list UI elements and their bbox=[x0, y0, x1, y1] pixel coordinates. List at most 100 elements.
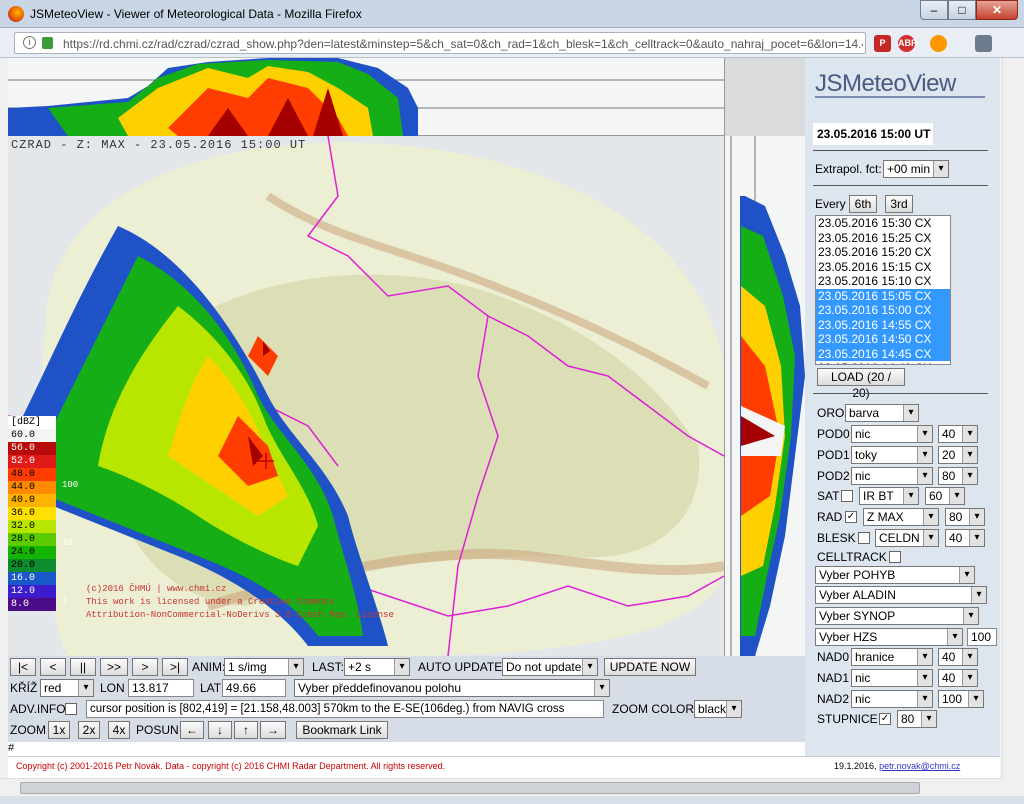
url-bar[interactable]: i https://rd.chmi.cz/rad/czrad/czrad_sho… bbox=[14, 32, 866, 54]
frame-list-item[interactable]: 23.05.2016 15:05 CX bbox=[816, 288, 950, 303]
pause-button[interactable]: || bbox=[70, 658, 96, 676]
last-frame-button[interactable]: >| bbox=[162, 658, 188, 676]
frame-list-item[interactable]: 23.05.2016 15:00 CX bbox=[816, 303, 950, 318]
minimize-button[interactable]: – bbox=[920, 0, 948, 20]
pod2-select[interactable]: nic bbox=[851, 467, 933, 485]
stupnice-opacity-select[interactable]: 80 bbox=[897, 710, 937, 728]
frame-list-item[interactable]: 23.05.2016 15:30 CX bbox=[816, 216, 950, 231]
anim-select[interactable]: 1 s/img bbox=[224, 658, 304, 676]
load-button[interactable]: LOAD (20 / 20) bbox=[817, 368, 905, 400]
aladin-select[interactable]: Vyber ALADIN bbox=[815, 586, 987, 604]
sat-opacity-select[interactable]: 60 bbox=[925, 487, 965, 505]
move-right-button[interactable]: → bbox=[260, 721, 286, 739]
current-datetime: 23.05.2016 15:00 UT bbox=[813, 123, 933, 145]
last-select[interactable]: +2 s bbox=[344, 658, 410, 676]
pod0-select[interactable]: nic bbox=[851, 425, 933, 443]
dbz-legend: [dBZ] 60.0 56.0 52.0 48.0 44.0 40.0 36.0 32.0 28… bbox=[8, 416, 78, 656]
legend-swatch: 40.0 bbox=[8, 494, 56, 507]
adblock-icon[interactable]: ABP bbox=[898, 35, 917, 52]
info-icon[interactable]: i bbox=[23, 36, 36, 49]
pohyb-select[interactable]: Vyber POHYB bbox=[815, 566, 975, 584]
zoom-color-select[interactable]: black bbox=[694, 700, 742, 718]
maximize-button[interactable]: □ bbox=[948, 0, 976, 20]
author-email-link[interactable]: petr.novak@chmi.cz bbox=[879, 761, 960, 771]
nad0-select[interactable]: hranice bbox=[851, 648, 933, 666]
horizontal-scrollbar[interactable] bbox=[0, 778, 1002, 796]
blesk-opacity-select[interactable]: 40 bbox=[945, 529, 985, 547]
frame-list-item[interactable]: 23.05.2016 15:25 CX bbox=[816, 231, 950, 246]
frame-list-item[interactable]: 23.05.2016 15:15 CX bbox=[816, 260, 950, 275]
frame-list-item[interactable]: 23.05.2016 15:10 CX bbox=[816, 274, 950, 289]
extension-icon[interactable] bbox=[930, 35, 947, 52]
bookmark-link-button[interactable]: Bookmark Link bbox=[296, 721, 388, 739]
browser-window: JSMeteoView - Viewer of Meteorological D… bbox=[0, 0, 1024, 804]
every-6th-button[interactable]: 6th bbox=[849, 195, 877, 213]
every-3rd-button[interactable]: 3rd bbox=[885, 195, 913, 213]
vertical-scrollbar[interactable] bbox=[1002, 58, 1020, 778]
sat-checkbox[interactable] bbox=[841, 490, 853, 502]
update-now-button[interactable]: UPDATE NOW bbox=[604, 658, 696, 676]
frame-list-item[interactable]: 23.05.2016 14:45 CX bbox=[816, 346, 950, 361]
zoom-2x-button[interactable]: 2x bbox=[78, 721, 100, 739]
nad1-opacity-select[interactable]: 40 bbox=[938, 669, 978, 687]
move-up-button[interactable]: ↑ bbox=[234, 721, 258, 739]
legend-swatch: 12.0 bbox=[8, 585, 56, 598]
frame-list[interactable]: 23.05.2016 15:30 CX 23.05.2016 15:25 CX 23… bbox=[815, 215, 951, 365]
pod1-opacity-select[interactable]: 20 bbox=[938, 446, 978, 464]
blesk-checkbox[interactable] bbox=[858, 532, 870, 544]
stupnice-checkbox[interactable]: ✓ bbox=[879, 713, 891, 725]
move-down-button[interactable]: ↓ bbox=[208, 721, 232, 739]
next-frame-button[interactable]: > bbox=[132, 658, 158, 676]
hash-line: # bbox=[8, 742, 805, 756]
zoom-4x-button[interactable]: 4x bbox=[108, 721, 130, 739]
frame-list-item[interactable]: 23.05.2016 14:50 CX bbox=[816, 332, 950, 347]
pod2-opacity-select[interactable]: 80 bbox=[938, 467, 978, 485]
sidebar: JSMeteoView 23.05.2016 15:00 UT Extrapol… bbox=[805, 58, 1000, 756]
adv-info-checkbox[interactable] bbox=[65, 703, 77, 715]
rad-select[interactable]: Z MAX bbox=[863, 508, 939, 526]
horizontal-scroll-thumb[interactable] bbox=[20, 782, 920, 794]
close-button[interactable]: ✕ bbox=[976, 0, 1018, 20]
frame-list-item[interactable]: 23.05.2016 14:55 CX bbox=[816, 317, 950, 332]
predefined-position-select[interactable]: Vyber předdefinovanou polohu bbox=[294, 679, 610, 697]
first-frame-button[interactable]: |< bbox=[10, 658, 36, 676]
sat-select[interactable]: IR BT bbox=[859, 487, 919, 505]
blesk-select[interactable]: CELDN bbox=[875, 529, 939, 547]
prev-frame-button[interactable]: < bbox=[40, 658, 66, 676]
radar-map[interactable] bbox=[8, 136, 724, 656]
rad-opacity-select[interactable]: 80 bbox=[945, 508, 985, 526]
extrapol-select[interactable]: +00 min bbox=[883, 160, 949, 178]
firefox-logo-icon bbox=[8, 6, 24, 22]
pod0-opacity-select[interactable]: 40 bbox=[938, 425, 978, 443]
auto-update-select[interactable]: Do not update bbox=[502, 658, 598, 676]
zoom-1x-button[interactable]: 1x bbox=[48, 721, 70, 739]
menu-icon[interactable] bbox=[975, 35, 992, 52]
nad2-select[interactable]: nic bbox=[851, 690, 933, 708]
oro-select[interactable]: barva bbox=[845, 404, 919, 422]
right-profile-graphic bbox=[730, 136, 805, 656]
radar-view[interactable]: CZRAD - Z: MAX - 23.05.2016 15:00 UT [dB… bbox=[8, 58, 805, 656]
play-button[interactable]: >> bbox=[100, 658, 128, 676]
hzs-select[interactable]: Vyber HZS bbox=[815, 628, 963, 646]
playback-row: |< < || >> > >| ANIM: 1 s/img LAST: +2 s… bbox=[8, 658, 805, 678]
url-text[interactable]: https://rd.chmi.cz/rad/czrad/czrad_show.… bbox=[63, 37, 863, 51]
nad2-opacity-select[interactable]: 100 bbox=[938, 690, 984, 708]
legend-swatch: 44.0 bbox=[8, 481, 56, 494]
control-panel: |< < || >> > >| ANIM: 1 s/img LAST: +2 s… bbox=[8, 656, 805, 742]
frame-list-item[interactable]: 23.05.2016 15:20 CX bbox=[816, 245, 950, 260]
lon-input[interactable]: 13.817 bbox=[128, 679, 194, 697]
frame-list-item[interactable]: 23.05.2016 14:40 CX bbox=[816, 361, 950, 364]
pdf-icon[interactable]: P bbox=[874, 35, 891, 52]
legend-swatch: 8.0 bbox=[8, 598, 56, 611]
cross-color-select[interactable]: red bbox=[40, 679, 94, 697]
legend-swatch: 32.0 bbox=[8, 520, 56, 533]
synop-select[interactable]: Vyber SYNOP bbox=[815, 607, 979, 625]
rad-checkbox[interactable]: ✓ bbox=[845, 511, 857, 523]
move-left-button[interactable]: ← bbox=[180, 721, 204, 739]
nad1-select[interactable]: nic bbox=[851, 669, 933, 687]
celltrack-checkbox[interactable] bbox=[889, 551, 901, 563]
hzs-opacity-field[interactable]: 100 bbox=[967, 628, 997, 646]
nad0-opacity-select[interactable]: 40 bbox=[938, 648, 978, 666]
pod1-select[interactable]: toky bbox=[851, 446, 933, 464]
lat-input[interactable]: 49.66 bbox=[222, 679, 286, 697]
